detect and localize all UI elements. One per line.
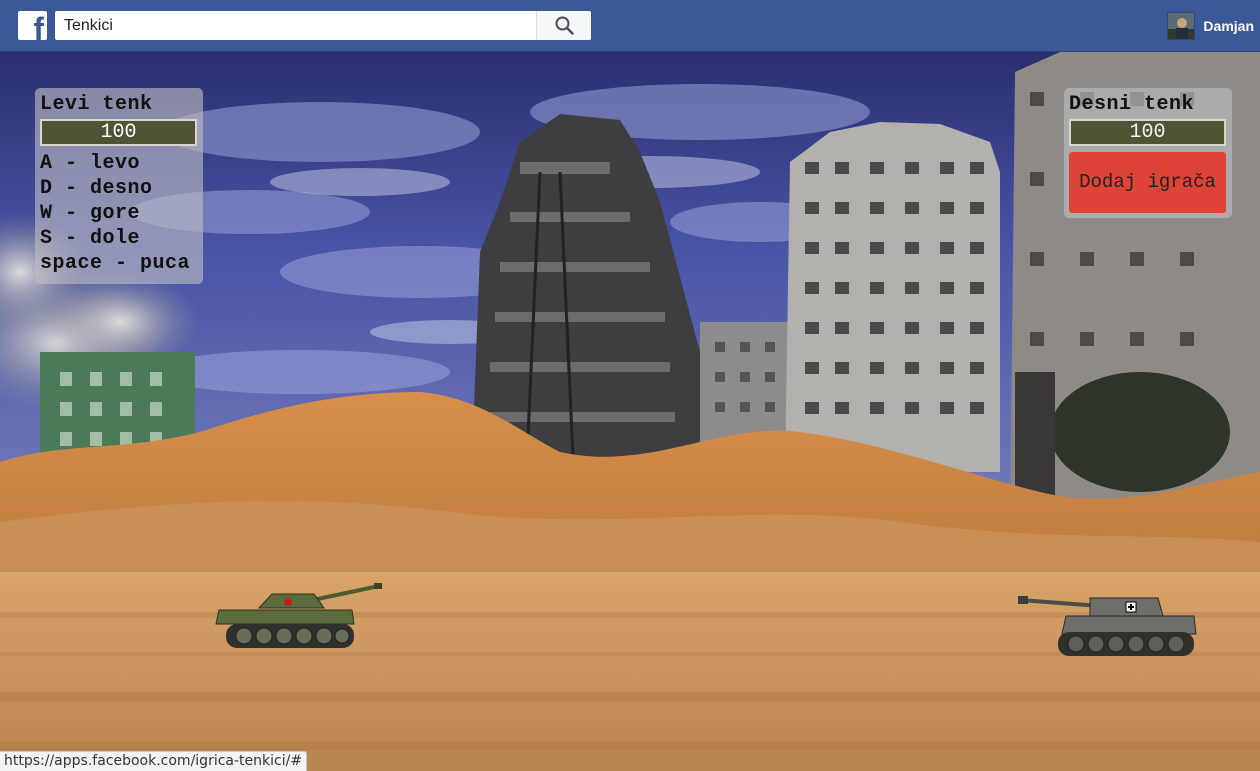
control-item: A - levo: [40, 152, 141, 175]
left-tank-panel: Levi tenk 100 A - levo D - desno W - gor…: [35, 88, 203, 284]
game-canvas[interactable]: Levi tenk 100 A - levo D - desno W - gor…: [0, 52, 1260, 771]
facebook-logo-icon[interactable]: f: [18, 11, 47, 40]
control-item: S - dole: [40, 227, 141, 250]
profile-link[interactable]: Damjan: [1167, 12, 1254, 40]
left-tank-health: 100: [40, 119, 197, 146]
search-box: [55, 11, 591, 40]
control-item: W - gore: [40, 202, 141, 225]
facebook-top-bar: f Damjan: [0, 0, 1260, 52]
search-button[interactable]: [536, 11, 591, 40]
right-tank-health: 100: [1069, 119, 1226, 146]
left-tank-controls: A - levo D - desno W - gore S - dole spa…: [40, 151, 198, 276]
right-tank-title: Desni tenk: [1069, 93, 1195, 116]
search-icon: [555, 16, 574, 35]
control-item: D - desno: [40, 177, 153, 200]
left-tank-title: Levi tenk: [40, 93, 153, 116]
right-tank-panel: Desni tenk 100 Dodaj igrača: [1064, 88, 1232, 218]
avatar: [1167, 12, 1196, 40]
add-player-button[interactable]: Dodaj igrača: [1069, 152, 1226, 213]
profile-name: Damjan: [1203, 18, 1254, 34]
link-status-bar: https://apps.facebook.com/igrica-tenkici…: [0, 751, 308, 771]
search-input[interactable]: [55, 11, 536, 40]
control-item: space - puca: [40, 252, 191, 275]
